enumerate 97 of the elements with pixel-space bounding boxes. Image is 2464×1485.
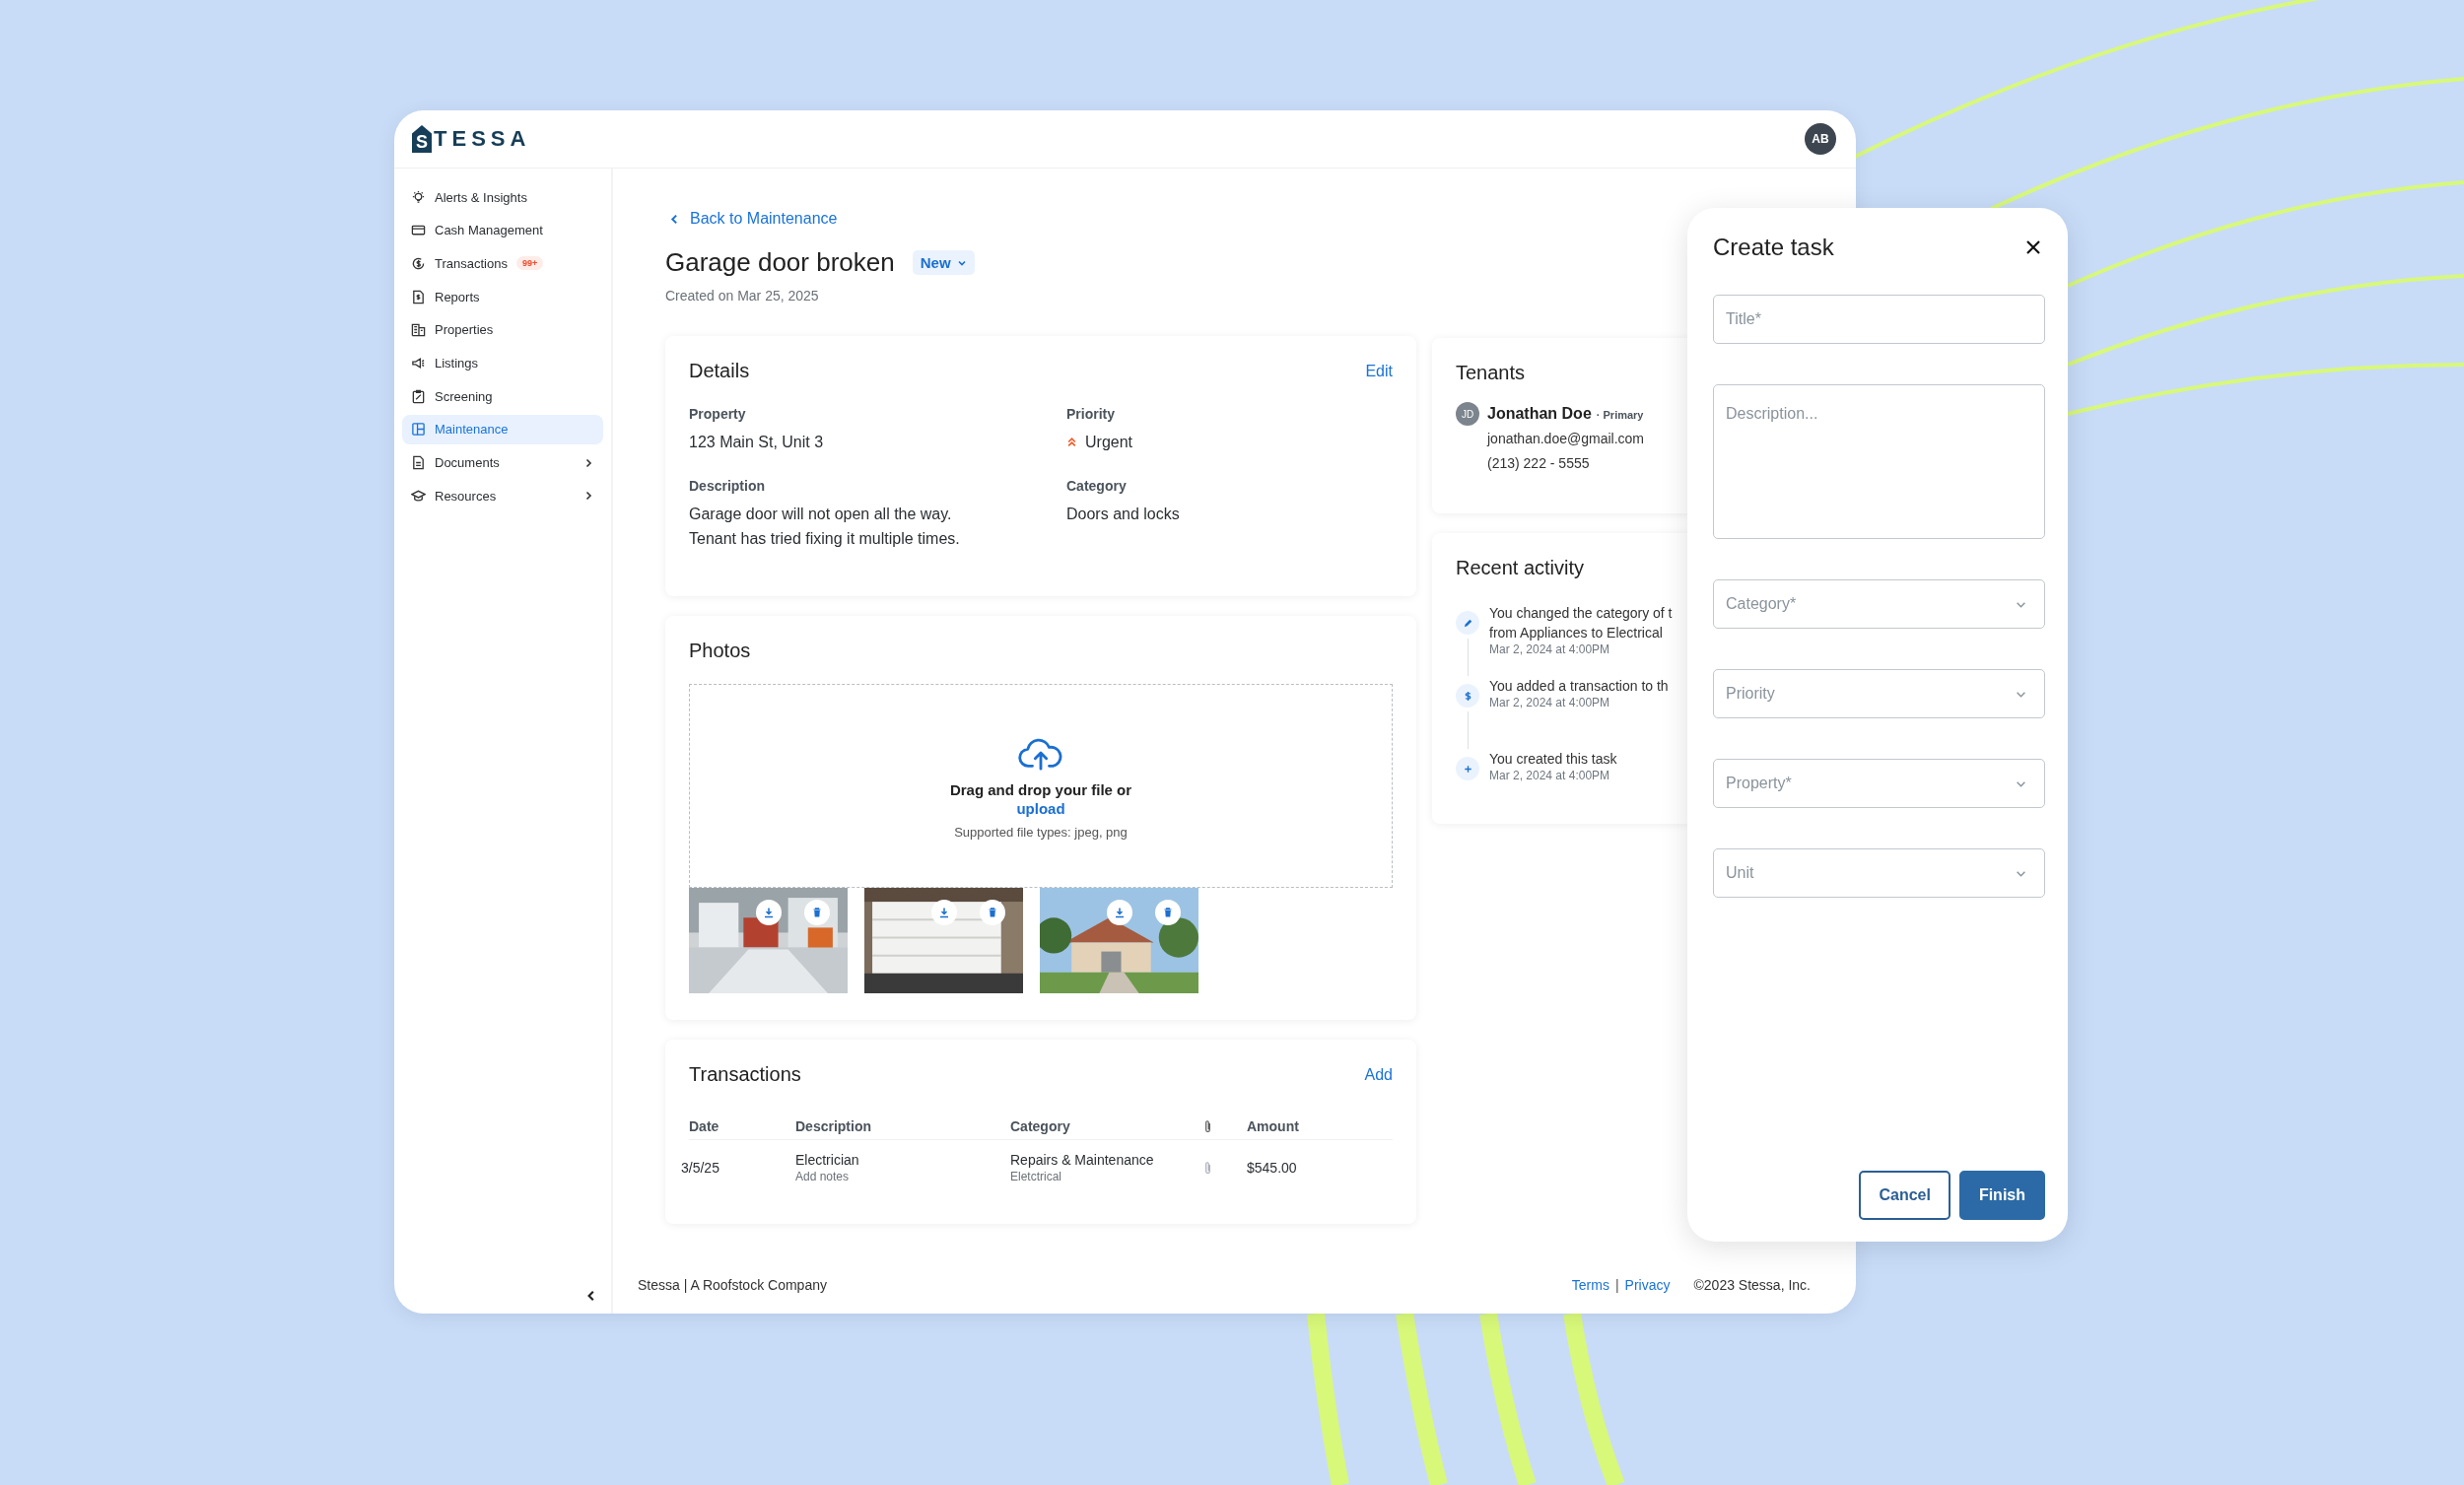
activity-message: You changed the category of t from Appliances to Electrical [1489,604,1673,642]
copyright-text: ©2023 Stessa, Inc. [1693,1277,1811,1293]
created-date: Created on Mar 25, 2025 [665,288,820,304]
company-text: Stessa | A Roofstock Company [638,1277,827,1293]
graduation-cap-icon [411,488,426,504]
dialog-title: Create task [1713,234,1834,261]
download-icon [1114,907,1126,918]
table-cell: 3/5/25 [681,1160,719,1176]
layout-icon [411,422,426,438]
activity-time: Mar 2, 2024 at 4:00PM [1489,769,1611,782]
report-icon [411,289,426,304]
select-field[interactable]: Property* [1713,759,2045,808]
field-value: Garage door will not open all the way. Tenant has tried fixing it multiple times. [689,505,960,549]
paperclip-icon [1202,1118,1212,1134]
sidebar-item[interactable]: Documents [402,447,603,478]
cloud-upload-icon [1018,738,1063,772]
card-title: Recent activity [1456,557,1586,579]
tenant-name: Jonathan Doe [1487,405,1592,422]
column-header: Date [689,1118,719,1134]
card-title: Photos [689,640,752,662]
table-cell: $545.00 [1247,1160,1297,1176]
download-icon [938,907,950,918]
sidebar-item[interactable]: Cash Management [402,215,603,245]
trash-icon [1162,907,1174,918]
sidebar-item[interactable]: Resources [402,481,603,511]
paperclip-icon[interactable] [1202,1160,1212,1176]
status-dropdown[interactable]: New [912,250,975,275]
field-label: Category [1066,478,1128,494]
activity-time: Mar 2, 2024 at 4:00PM [1489,642,1611,656]
card-title: Details [689,360,750,382]
activity-message: You created this task [1489,750,1617,769]
chevron-right-icon [583,457,593,468]
megaphone-icon [411,355,426,371]
upload-prompt: Drag and drop your file or [949,781,1132,798]
download-icon [763,907,775,918]
add-notes-link[interactable]: Add notes [795,1170,1010,1183]
select-field[interactable]: Category* [1713,579,2045,629]
select-field[interactable]: Priority [1713,669,2045,718]
description-field[interactable]: Description... [1713,384,2045,539]
table-cell-text: Repairs & Maintenance [1010,1152,1155,1168]
cancel-button[interactable]: Cancel [1859,1171,1951,1220]
trash-icon [811,907,823,918]
column-header: Description [795,1118,871,1134]
sidebar-item[interactable]: Screening [402,381,603,412]
card-title: Tenants [1456,362,1527,384]
select-field[interactable]: Unit [1713,848,2045,898]
sidebar-item[interactable]: Properties [402,314,603,345]
upload-link[interactable]: upload [1016,800,1065,817]
sidebar-item[interactable]: Transactions 99+ [402,248,603,279]
sidebar-item[interactable]: Listings [402,348,603,378]
user-avatar[interactable]: AB [1805,123,1836,155]
tenant-avatar: JD [1456,402,1479,426]
table-cell-text: Electrician [795,1152,860,1168]
file-types-hint: Supported file types: jpeg, png [954,825,1128,840]
page-title: Garage door broken [665,247,895,278]
sidebar-item[interactable]: Reports [402,282,603,312]
finish-button[interactable]: Finish [1958,1171,2045,1220]
column-header: Category [1010,1118,1070,1134]
tenant-email: jonathan.doe@gmail.com [1487,430,1644,448]
count-badge: 99+ [515,256,544,271]
trash-icon [987,907,998,918]
tenant-role: · Primary [1596,409,1644,421]
tenant-phone: (213) 222 - 5555 [1487,454,1591,473]
activity-time: Mar 2, 2024 at 4:00PM [1489,696,1611,709]
double-chevron-up-icon [1066,437,1077,447]
terms-link[interactable]: Terms [1571,1277,1609,1293]
input-field[interactable]: Title* [1713,295,2045,344]
field-value: 123 Main St, Unit 3 [689,433,824,452]
edit-link[interactable]: Edit [1365,362,1393,380]
dollar-icon [1456,684,1479,708]
sidebar-item[interactable]: Maintenance [402,414,603,444]
collapse-sidebar-icon[interactable] [585,1290,597,1302]
clipboard-icon [411,388,426,404]
sidebar-item[interactable]: Alerts & Insights [402,182,603,212]
field-value: Urgent [1085,433,1133,452]
separator-text: | [1614,1277,1619,1293]
field-label: Priority [1066,406,1116,422]
pencil-icon [1456,611,1479,635]
lightbulb-icon [411,189,426,205]
field-value: Doors and locks [1066,505,1180,524]
dollar-cycle-icon [411,255,426,271]
add-link[interactable]: Add [1364,1065,1393,1084]
back-link[interactable]: Back to Maintenance [665,210,838,228]
document-icon [411,455,426,470]
subcategory-text: Eletctrical [1010,1170,1062,1183]
activity-message: You added a transaction to th [1489,677,1669,696]
field-label: Property [689,406,747,422]
privacy-link[interactable]: Privacy [1624,1277,1671,1293]
chevron-left-icon [669,213,680,225]
card-title: Transactions [689,1063,801,1086]
building-icon [411,322,426,338]
field-label: Description [689,478,766,494]
plus-icon [1456,757,1479,780]
chevron-right-icon [583,491,593,502]
column-header: Amount [1247,1118,1299,1134]
logo: S TESSA [412,125,531,153]
close-icon [2025,239,2041,255]
